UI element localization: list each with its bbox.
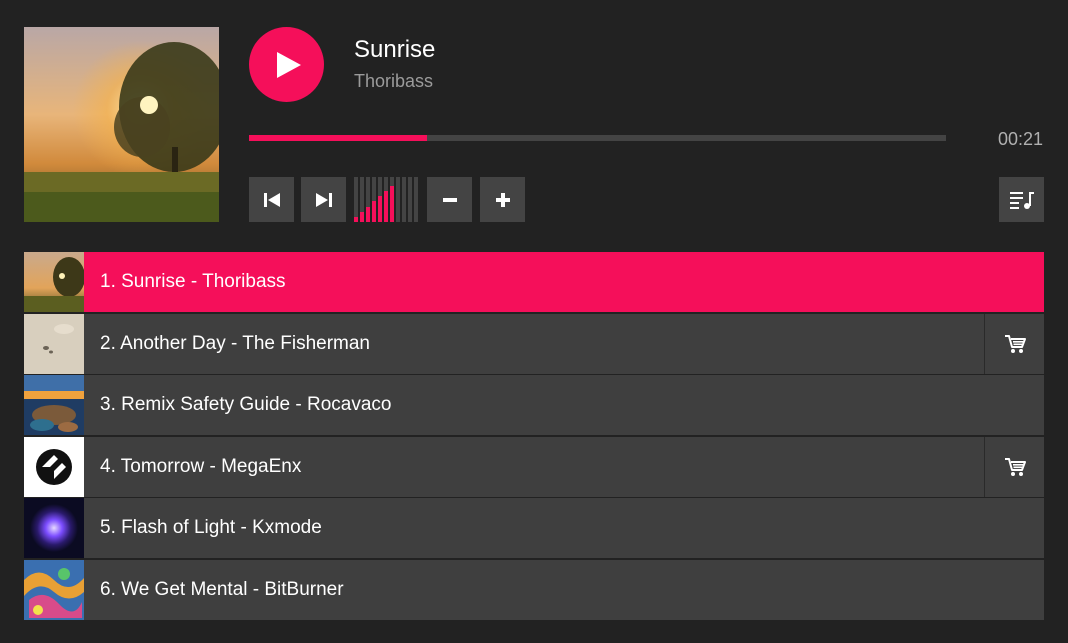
volume-bar-fill xyxy=(354,217,358,222)
cart-icon xyxy=(1004,334,1026,353)
playlist: 1. Sunrise - Thoribass 2. Another Day - T… xyxy=(24,252,1044,621)
previous-button[interactable] xyxy=(249,177,294,222)
playlist-item-label: 4. Tomorrow - MegaEnx xyxy=(100,455,302,477)
buy-button[interactable] xyxy=(984,436,1044,497)
playlist-item[interactable]: 6. We Get Mental - BitBurner xyxy=(24,559,1044,620)
volume-bar[interactable] xyxy=(408,177,412,222)
buy-button[interactable] xyxy=(984,313,1044,374)
volume-bar[interactable] xyxy=(396,177,400,222)
volume-bar[interactable] xyxy=(384,177,388,222)
album-cover xyxy=(24,27,219,222)
playlist-item[interactable]: 4. Tomorrow - MegaEnx xyxy=(24,436,1044,497)
volume-bar-fill xyxy=(384,190,388,222)
volume-bar[interactable] xyxy=(390,177,394,222)
progress-fill xyxy=(249,135,427,141)
playlist-item[interactable]: 2. Another Day - The Fisherman xyxy=(24,313,1044,374)
volume-bar[interactable] xyxy=(372,177,376,222)
volume-bar[interactable] xyxy=(414,177,418,222)
track-thumbnail xyxy=(24,375,84,435)
volume-bar[interactable] xyxy=(366,177,370,222)
audio-player: Sunrise Thoribass 00:21 1. Sunrise - Tho… xyxy=(0,0,1068,643)
volume-bar[interactable] xyxy=(354,177,358,222)
playlist-item-label: 2. Another Day - The Fisherman xyxy=(100,332,370,354)
volume-meter[interactable] xyxy=(354,177,420,222)
playlist-toggle-button[interactable] xyxy=(999,177,1044,222)
volume-bar[interactable] xyxy=(378,177,382,222)
playlist-item-label: 5. Flash of Light - Kxmode xyxy=(100,517,322,538)
track-artist: Thoribass xyxy=(354,71,434,91)
volume-bar-fill xyxy=(378,196,382,222)
volume-bar-fill xyxy=(360,211,364,222)
volume-up-button[interactable] xyxy=(480,177,525,222)
track-thumbnail xyxy=(24,313,84,374)
progress-bar[interactable] xyxy=(249,135,946,141)
play-button[interactable] xyxy=(249,27,324,102)
playlist-item[interactable]: 5. Flash of Light - Kxmode xyxy=(24,498,1044,558)
play-icon xyxy=(276,51,301,78)
elapsed-time: 00:21 xyxy=(997,129,1043,149)
playlist-music-icon xyxy=(1009,191,1034,209)
cart-icon xyxy=(1004,457,1026,476)
volume-bar-fill xyxy=(372,201,376,222)
volume-bar[interactable] xyxy=(360,177,364,222)
playlist-item-label: 1. Sunrise - Thoribass xyxy=(100,271,286,292)
playlist-item[interactable]: 3. Remix Safety Guide - Rocavaco xyxy=(24,375,1044,435)
skip-next-icon xyxy=(315,192,332,207)
volume-bar-fill xyxy=(390,186,394,222)
track-thumbnail xyxy=(24,436,84,497)
playlist-item[interactable]: 1. Sunrise - Thoribass xyxy=(24,252,1044,312)
volume-down-button[interactable] xyxy=(427,177,472,222)
volume-bar[interactable] xyxy=(402,177,406,222)
playlist-item-label: 6. We Get Mental - BitBurner xyxy=(100,578,344,600)
volume-bar-fill xyxy=(366,206,370,222)
playlist-item-label: 3. Remix Safety Guide - Rocavaco xyxy=(100,394,392,415)
track-thumbnail xyxy=(24,252,84,312)
minus-icon xyxy=(442,197,457,202)
plus-icon xyxy=(495,192,510,207)
track-thumbnail xyxy=(24,498,84,558)
next-button[interactable] xyxy=(301,177,346,222)
track-thumbnail xyxy=(24,559,84,620)
skip-previous-icon xyxy=(263,192,280,207)
track-title: Sunrise xyxy=(354,36,436,63)
